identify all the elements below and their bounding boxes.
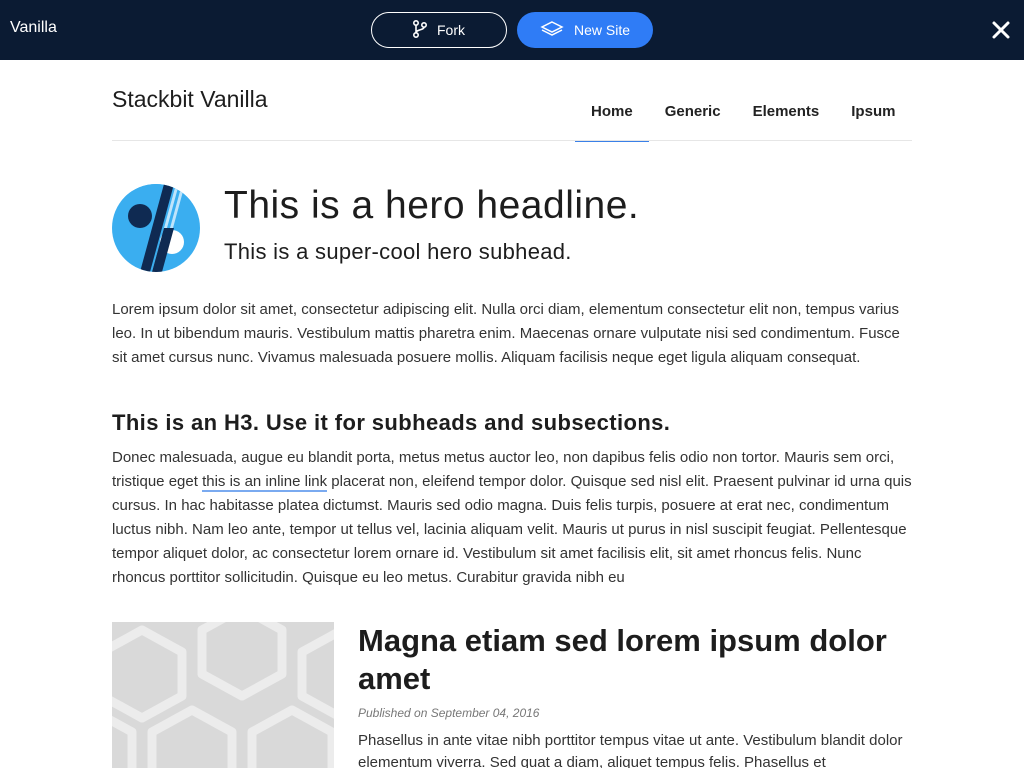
nav-item-generic[interactable]: Generic xyxy=(649,80,737,142)
site-title[interactable]: Stackbit Vanilla xyxy=(112,86,268,113)
intro-paragraph: Lorem ipsum dolor sit amet, consectetur … xyxy=(112,301,900,366)
post-title[interactable]: Magna etiam sed lorem ipsum dolor amet xyxy=(358,622,918,698)
new-site-button[interactable]: New Site xyxy=(517,12,653,48)
section-heading: This is an H3. Use it for subheads and s… xyxy=(112,410,671,435)
fork-label: Fork xyxy=(437,22,465,38)
post-excerpt: Phasellus in ante vitae nibh porttitor t… xyxy=(358,732,903,768)
app-title: Vanilla xyxy=(10,19,57,36)
stackbit-logo-icon xyxy=(112,184,200,272)
post-date: Published on September 04, 2016 xyxy=(358,706,540,720)
layers-icon xyxy=(540,20,564,41)
close-icon[interactable] xyxy=(990,19,1012,41)
top-toolbar: Vanilla Fork New Site xyxy=(0,0,1024,60)
nav-item-home[interactable]: Home xyxy=(575,80,649,142)
inline-link[interactable]: this is an inline link xyxy=(202,473,328,492)
hero-subhead: This is a super-cool hero subhead. xyxy=(224,239,572,264)
main-nav: Home Generic Elements Ipsum xyxy=(575,80,911,142)
hero-headline: This is a hero headline. xyxy=(224,184,640,227)
header-divider xyxy=(112,140,912,141)
nav-item-elements[interactable]: Elements xyxy=(737,80,836,142)
post-thumbnail[interactable] xyxy=(112,622,334,768)
body-paragraph: Donec malesuada, augue eu blandit porta,… xyxy=(112,446,912,590)
new-site-label: New Site xyxy=(573,22,631,38)
nav-item-ipsum[interactable]: Ipsum xyxy=(835,80,911,142)
fork-button[interactable]: Fork xyxy=(371,12,507,48)
fork-icon xyxy=(412,19,428,41)
